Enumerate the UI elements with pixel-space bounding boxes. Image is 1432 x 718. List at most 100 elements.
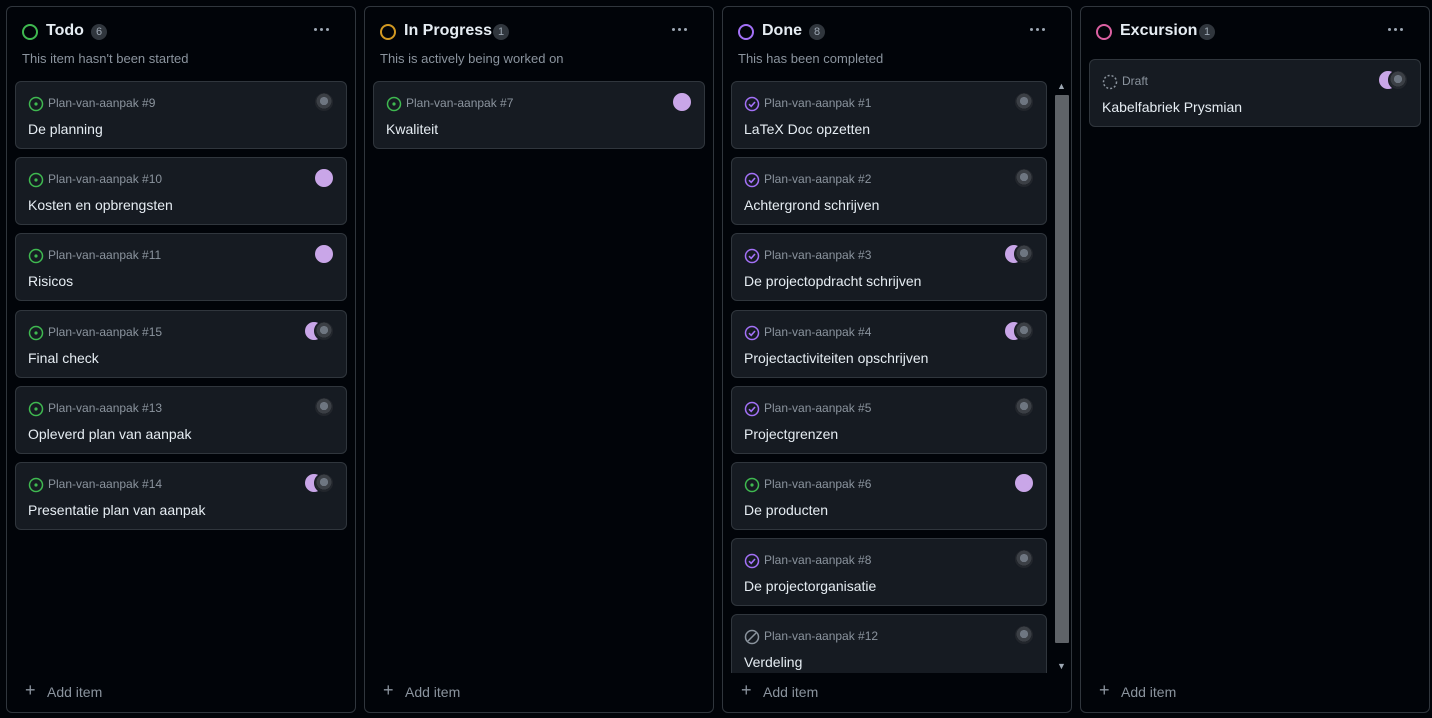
add-item-button[interactable]: + Add item	[365, 672, 713, 712]
column-header: Done 8 This has been completed	[723, 7, 1071, 73]
issue-card[interactable]: Draft Kabelfabriek Prysmian	[1089, 59, 1421, 127]
assignee-avatars[interactable]	[294, 396, 334, 417]
avatar	[314, 320, 334, 341]
issue-title[interactable]: Risicos	[28, 273, 73, 289]
issue-title[interactable]: Verdeling	[744, 654, 802, 670]
avatar	[314, 396, 334, 417]
assignee-avatars[interactable]	[294, 320, 334, 341]
issue-card[interactable]: Plan-van-aanpak #14 Presentatie plan van …	[15, 462, 347, 530]
issue-title[interactable]: De projectopdracht schrijven	[744, 273, 921, 289]
issue-closed-icon	[744, 401, 760, 417]
assignee-avatars[interactable]	[994, 320, 1034, 341]
issue-title[interactable]: Projectgrenzen	[744, 426, 838, 442]
issue-card[interactable]: Plan-van-aanpak #11 Risicos	[15, 233, 347, 302]
kebab-horizontal-icon[interactable]	[669, 21, 691, 37]
column-title: Excursion	[1120, 22, 1198, 39]
issue-title[interactable]: Achtergrond schrijven	[744, 197, 879, 213]
kebab-horizontal-icon[interactable]	[1027, 21, 1049, 37]
assignee-avatars[interactable]	[1368, 70, 1408, 90]
scrollbar[interactable]: ▲ ▼	[1053, 81, 1069, 673]
issue-title[interactable]: Kabelfabriek Prysmian	[1102, 99, 1242, 115]
issue-opened-icon	[28, 477, 44, 493]
issue-title[interactable]: Kwaliteit	[386, 121, 438, 137]
assignee-avatars[interactable]	[994, 549, 1034, 570]
assignee-avatars[interactable]	[294, 244, 334, 265]
issue-reference[interactable]: Plan-van-aanpak #8	[764, 553, 871, 567]
assignee-avatars[interactable]	[652, 92, 692, 112]
issue-reference[interactable]: Plan-van-aanpak #15	[48, 325, 162, 339]
issue-title[interactable]: Kosten en opbrengsten	[28, 197, 173, 213]
issue-title[interactable]: De producten	[744, 502, 828, 518]
scroll-up-icon[interactable]: ▲	[1057, 81, 1066, 91]
issue-card[interactable]: Plan-van-aanpak #10 Kosten en opbrengsten	[15, 157, 347, 226]
assignee-avatars[interactable]	[994, 473, 1034, 493]
issue-title[interactable]: Opleverd plan van aanpak	[28, 426, 191, 442]
status-circle-icon	[738, 24, 754, 40]
avatar	[1388, 70, 1408, 90]
column-title: Done	[762, 22, 802, 39]
assignee-avatars[interactable]	[294, 168, 334, 189]
issue-card[interactable]: Plan-van-aanpak #5 Projectgrenzen	[731, 385, 1047, 454]
issue-card[interactable]: Plan-van-aanpak #7 Kwaliteit	[373, 81, 705, 149]
issue-card[interactable]: Plan-van-aanpak #4 Projectactiviteiten op…	[731, 309, 1047, 378]
issue-title[interactable]: Final check	[28, 350, 99, 366]
item-count-badge: 8	[809, 24, 825, 40]
issue-title[interactable]: Projectactiviteiten opschrijven	[744, 350, 928, 366]
column-done: Done 8 This has been completed Plan-van-…	[722, 6, 1072, 713]
issue-card[interactable]: Plan-van-aanpak #13 Opleverd plan van aan…	[15, 385, 347, 454]
issue-reference[interactable]: Plan-van-aanpak #2	[764, 172, 871, 186]
column-header: Todo 6 This item hasn't been started	[7, 7, 355, 73]
issue-reference[interactable]: Plan-van-aanpak #13	[48, 401, 162, 415]
issue-card[interactable]: Plan-van-aanpak #15 Final check	[15, 309, 347, 378]
avatar	[1014, 396, 1034, 417]
status-circle-icon	[380, 24, 396, 40]
issue-title[interactable]: Presentatie plan van aanpak	[28, 502, 205, 518]
issue-title[interactable]: LaTeX Doc opzetten	[744, 121, 870, 137]
issue-title[interactable]: De projectorganisatie	[744, 578, 876, 594]
avatar	[1014, 473, 1034, 493]
issue-reference[interactable]: Plan-van-aanpak #11	[48, 248, 161, 262]
issue-card[interactable]: Plan-van-aanpak #2 Achtergrond schrijven	[731, 157, 1047, 226]
issue-not-planned-icon	[744, 629, 760, 645]
assignee-avatars[interactable]	[294, 473, 334, 493]
assignee-avatars[interactable]	[994, 625, 1034, 646]
assignee-avatars[interactable]	[994, 396, 1034, 417]
assignee-avatars[interactable]	[994, 168, 1034, 189]
issue-card[interactable]: Plan-van-aanpak #3 De projectopdracht sch…	[731, 233, 1047, 302]
assignee-avatars[interactable]	[994, 244, 1034, 265]
add-item-button[interactable]: + Add item	[1081, 672, 1429, 712]
issue-reference[interactable]: Plan-van-aanpak #10	[48, 172, 162, 186]
issue-card[interactable]: Plan-van-aanpak #9 De planning	[15, 81, 347, 149]
assignee-avatars[interactable]	[994, 92, 1034, 112]
issue-reference[interactable]: Plan-van-aanpak #4	[764, 325, 871, 339]
card-list: Draft Kabelfabriek Prysmian	[1089, 59, 1421, 651]
issue-reference[interactable]: Plan-van-aanpak #1	[764, 96, 871, 110]
issue-card[interactable]: Plan-van-aanpak #1 LaTeX Doc opzetten	[731, 81, 1047, 149]
scroll-down-icon[interactable]: ▼	[1057, 661, 1066, 671]
add-item-button[interactable]: + Add item	[723, 672, 1071, 712]
column-title: Todo	[46, 22, 84, 39]
issue-title[interactable]: De planning	[28, 121, 103, 137]
issue-reference[interactable]: Plan-van-aanpak #3	[764, 248, 871, 262]
issue-card[interactable]: Plan-van-aanpak #6 De producten	[731, 462, 1047, 530]
issue-reference[interactable]: Draft	[1122, 74, 1148, 88]
issue-reference[interactable]: Plan-van-aanpak #14	[48, 477, 162, 491]
issue-opened-icon	[28, 401, 44, 417]
card-list: Plan-van-aanpak #7 Kwaliteit	[373, 81, 705, 673]
plus-icon: +	[1099, 680, 1110, 700]
kebab-horizontal-icon[interactable]	[1385, 21, 1407, 37]
issue-reference[interactable]: Plan-van-aanpak #5	[764, 401, 871, 415]
issue-reference[interactable]: Plan-van-aanpak #6	[764, 477, 871, 491]
kebab-horizontal-icon[interactable]	[311, 21, 333, 37]
issue-card[interactable]: Plan-van-aanpak #8 De projectorganisatie	[731, 538, 1047, 607]
assignee-avatars[interactable]	[294, 92, 334, 112]
issue-reference[interactable]: Plan-van-aanpak #12	[764, 629, 878, 643]
avatar	[1014, 549, 1034, 570]
scrollbar-thumb[interactable]	[1055, 95, 1069, 643]
avatar	[1014, 244, 1034, 265]
add-item-button[interactable]: + Add item	[7, 672, 355, 712]
column-description: This has been completed	[738, 51, 884, 66]
issue-reference[interactable]: Plan-van-aanpak #7	[406, 96, 513, 110]
issue-reference[interactable]: Plan-van-aanpak #9	[48, 96, 155, 110]
issue-card[interactable]: Plan-van-aanpak #12 Verdeling	[731, 614, 1047, 673]
